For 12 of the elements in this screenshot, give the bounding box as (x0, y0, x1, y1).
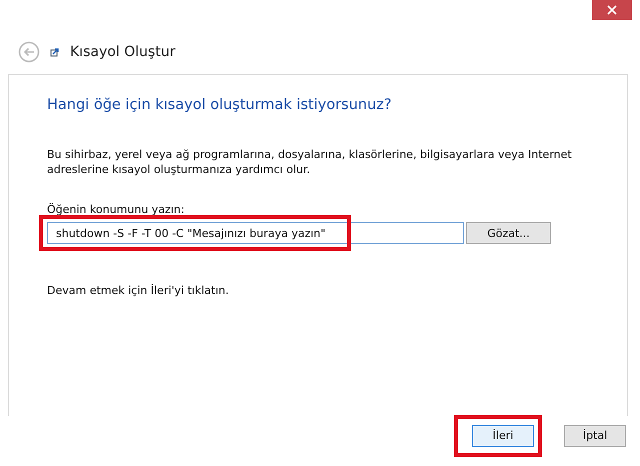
location-field[interactable]: shutdown -S -F -T 00 -C "Mesajınızı buraya yazın" (47, 222, 464, 244)
location-label: Öğenin konumunu yazın: (47, 203, 186, 216)
close-icon (607, 5, 617, 15)
next-button[interactable]: İleri (472, 424, 534, 446)
hint-text: Devam etmek için İleri'yi tıklatın. (47, 284, 230, 297)
cancel-button[interactable]: İptal (564, 424, 626, 446)
close-button[interactable] (592, 0, 632, 20)
browse-button[interactable]: Gözat... (466, 222, 551, 244)
shortcut-icon (50, 47, 60, 57)
description-text: Bu sihirbaz, yerel veya ağ programlarına, dosyalarına, klasörlerine, bilgisayarlara veya Internet adreslerine kısayol oluşturmanıza yardımcı olur. (47, 147, 573, 177)
wizard-heading: Hangi öğe için kısayol oluşturmak istiyorsunuz? (47, 97, 393, 113)
window-title: Kısayol Oluştur (70, 44, 176, 60)
